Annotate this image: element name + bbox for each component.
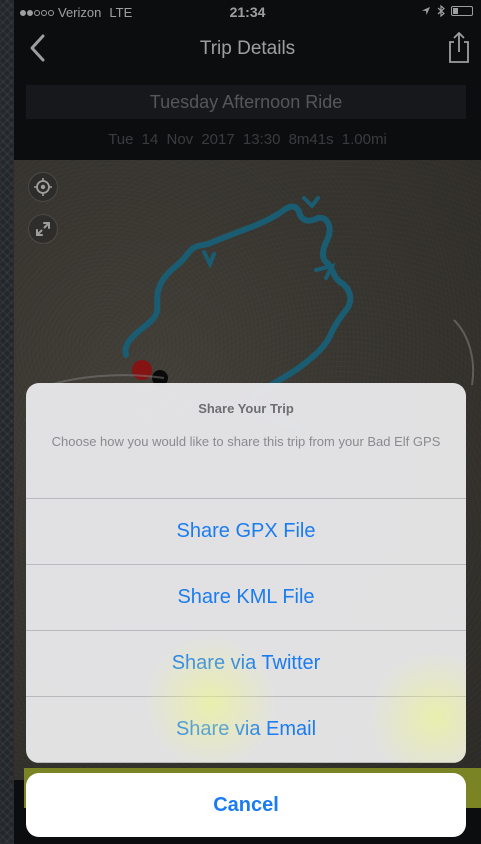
share-email-button[interactable]: Share via Email [26,697,466,763]
action-sheet-header: Share Your Trip Choose how you would lik… [26,383,466,499]
cancel-button[interactable]: Cancel [26,773,466,837]
phone-screen: Verizon LTE 21:34 Trip Details Tuesday A… [14,0,481,844]
share-gpx-button[interactable]: Share GPX File [26,499,466,565]
share-kml-button[interactable]: Share KML File [26,565,466,631]
share-twitter-button[interactable]: Share via Twitter [26,631,466,697]
action-sheet-title: Share Your Trip [198,401,294,416]
share-action-sheet: Share Your Trip Choose how you would lik… [26,383,466,763]
action-sheet-message: Choose how you would like to share this … [51,434,441,449]
